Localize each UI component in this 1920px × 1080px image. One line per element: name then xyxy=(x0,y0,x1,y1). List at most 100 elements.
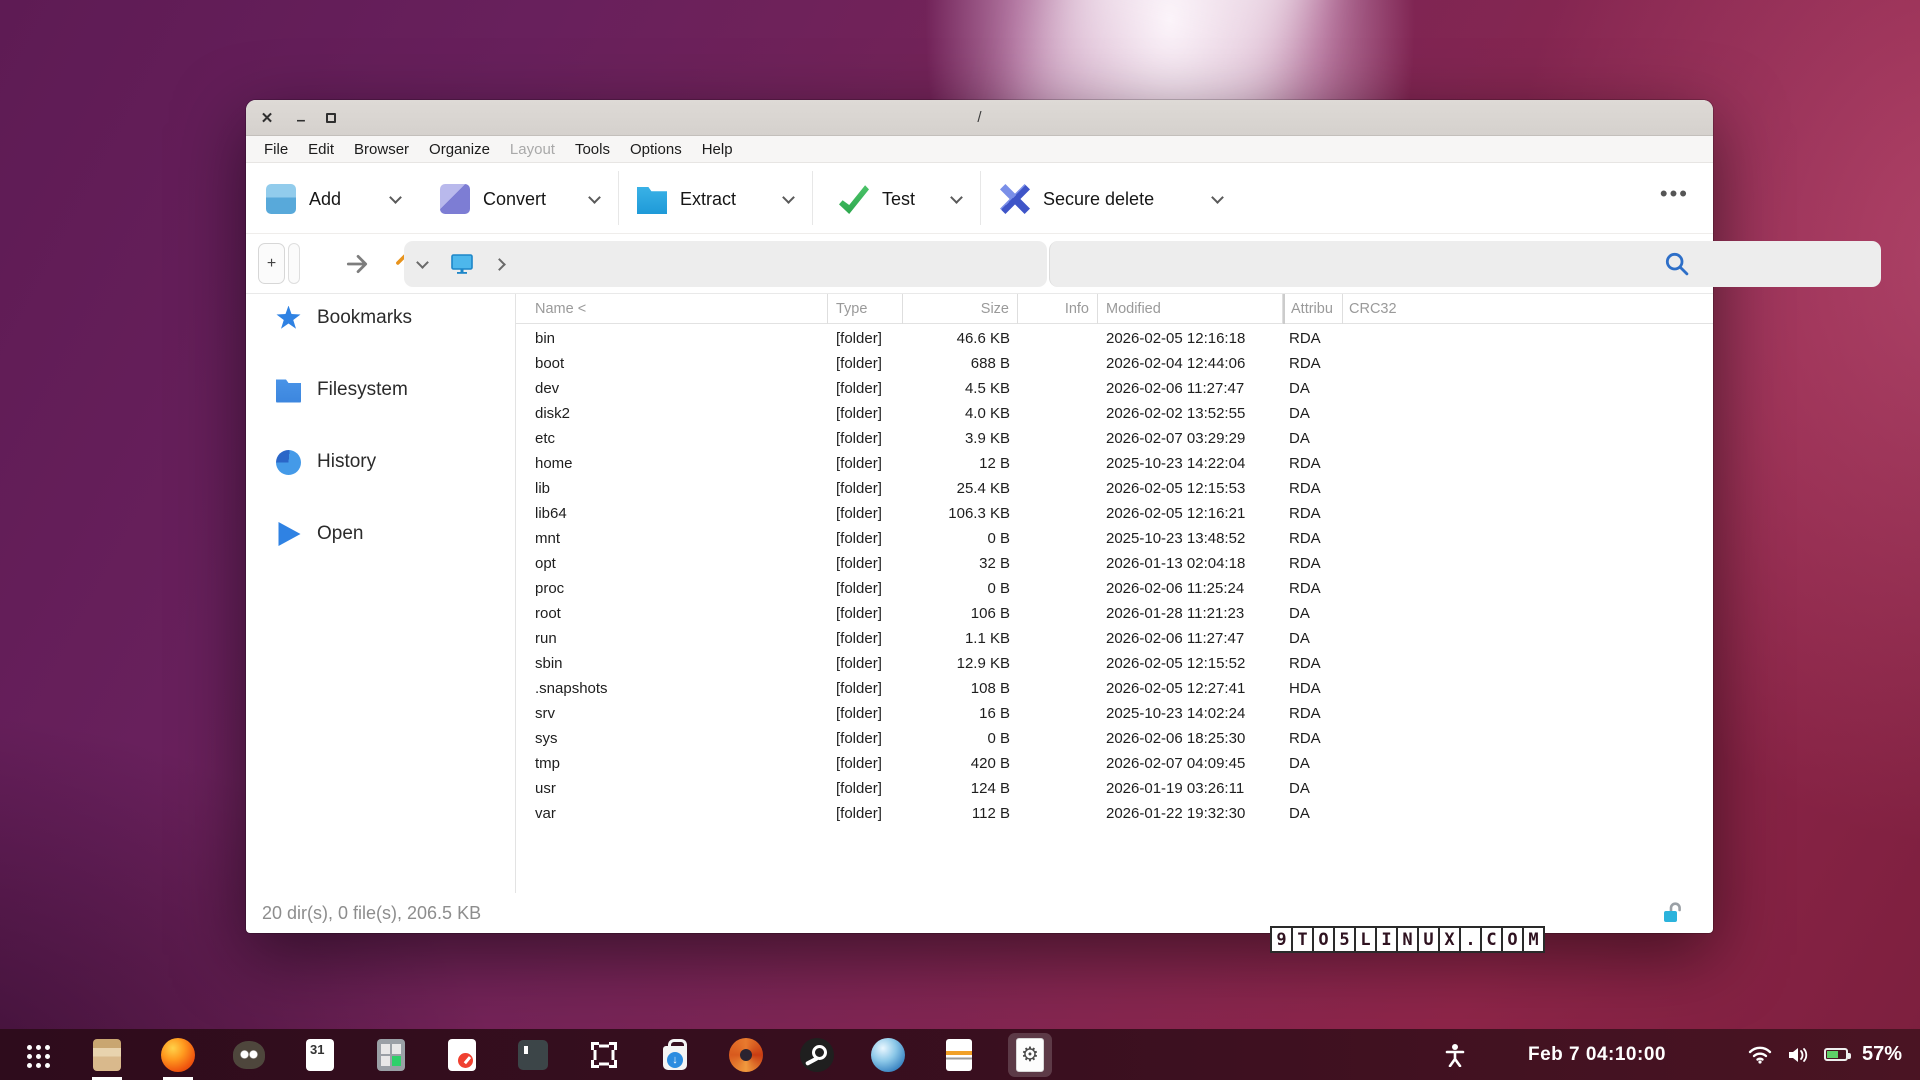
secure-icon xyxy=(1000,184,1030,214)
chevron-down-icon[interactable] xyxy=(950,191,963,204)
xnview-icon[interactable] xyxy=(724,1033,768,1077)
column-header-modified[interactable]: Modified xyxy=(1098,294,1283,324)
taskbar-clock[interactable]: Feb 7 04:10:00 xyxy=(1528,1044,1666,1066)
software-store-icon[interactable] xyxy=(653,1033,697,1077)
cell-modified: 2026-02-05 12:27:41 xyxy=(1098,676,1283,701)
calculator-icon[interactable] xyxy=(369,1033,413,1077)
column-header-info[interactable]: Info xyxy=(1018,294,1098,324)
menu-item[interactable]: Browser xyxy=(344,141,419,158)
calendar-icon[interactable]: 31 xyxy=(298,1033,342,1077)
chevron-down-icon[interactable] xyxy=(782,191,795,204)
table-row[interactable]: sbin [folder] 12.9 KB 2026-02-05 12:15:5… xyxy=(515,651,1713,676)
cell-size: 108 B xyxy=(903,676,1018,701)
cell-name: bin xyxy=(515,326,828,351)
column-header-crc32[interactable]: CRC32 xyxy=(1343,294,1713,324)
cell-type: [folder] xyxy=(828,526,903,551)
table-row[interactable]: lib64 [folder] 106.3 KB 2026-02-05 12:16… xyxy=(515,501,1713,526)
toolbar-separator xyxy=(980,171,981,225)
menu-item[interactable]: Layout xyxy=(500,141,565,158)
table-row[interactable]: proc [folder] 0 B 2026-02-06 11:25:24 RD… xyxy=(515,576,1713,601)
cell-modified: 2026-02-07 04:09:45 xyxy=(1098,751,1283,776)
table-row[interactable]: bin [folder] 46.6 KB 2026-02-05 12:16:18… xyxy=(515,326,1713,351)
cell-attributes: RDA xyxy=(1283,551,1343,576)
new-tab-button[interactable]: + xyxy=(258,243,285,284)
cell-attributes: RDA xyxy=(1283,526,1343,551)
archive-manager-icon[interactable] xyxy=(937,1033,981,1077)
sidebar-item[interactable]: Filesystem xyxy=(246,354,515,426)
breadcrumb-field[interactable] xyxy=(404,241,1047,287)
files-icon[interactable] xyxy=(85,1033,129,1077)
minimize-icon[interactable]: – xyxy=(286,103,316,133)
menu-item[interactable]: File xyxy=(254,141,298,158)
menu-item[interactable]: Organize xyxy=(419,141,500,158)
table-row[interactable]: lib [folder] 25.4 KB 2026-02-05 12:15:53… xyxy=(515,476,1713,501)
table-row[interactable]: usr [folder] 124 B 2026-01-19 03:26:11 D… xyxy=(515,776,1713,801)
menu-item[interactable]: Edit xyxy=(298,141,344,158)
unlock-icon[interactable] xyxy=(1661,901,1685,925)
table-row[interactable]: home [folder] 12 B 2025-10-23 14:22:04 R… xyxy=(515,451,1713,476)
cell-type: [folder] xyxy=(828,626,903,651)
accessibility-icon[interactable] xyxy=(1444,1043,1466,1067)
toolbar-button[interactable]: Add xyxy=(266,175,406,223)
cell-type: [folder] xyxy=(828,751,903,776)
table-row[interactable]: dev [folder] 4.5 KB 2026-02-06 11:27:47 … xyxy=(515,376,1713,401)
forward-arrow-icon[interactable] xyxy=(344,251,370,277)
table-row[interactable]: root [folder] 106 B 2026-01-28 11:21:23 … xyxy=(515,601,1713,626)
toolbar-button[interactable]: Extract xyxy=(637,175,799,223)
table-row[interactable]: .snapshots [folder] 108 B 2026-02-05 12:… xyxy=(515,676,1713,701)
column-header-size[interactable]: Size xyxy=(903,294,1018,324)
toolbar-button[interactable]: Secure delete xyxy=(1000,175,1228,223)
close-icon[interactable]: ✕ xyxy=(252,103,282,133)
table-row[interactable]: boot [folder] 688 B 2026-02-04 12:44:06 … xyxy=(515,351,1713,376)
chevron-down-icon[interactable] xyxy=(1211,191,1224,204)
chevron-down-icon[interactable] xyxy=(588,191,601,204)
menu-item[interactable]: Help xyxy=(692,141,743,158)
path-field[interactable] xyxy=(1049,241,1881,287)
menu-item[interactable]: Tools xyxy=(565,141,620,158)
chevron-down-icon[interactable] xyxy=(416,256,429,269)
steam-icon[interactable] xyxy=(795,1033,839,1077)
table-row[interactable]: etc [folder] 3.9 KB 2026-02-07 03:29:29 … xyxy=(515,426,1713,451)
table-row[interactable]: run [folder] 1.1 KB 2026-02-06 11:27:47 … xyxy=(515,626,1713,651)
table-row[interactable]: var [folder] 112 B 2026-01-22 19:32:30 D… xyxy=(515,801,1713,826)
sidebar-item[interactable]: Bookmarks xyxy=(246,282,515,354)
table-row[interactable]: disk2 [folder] 4.0 KB 2026-02-02 13:52:5… xyxy=(515,401,1713,426)
peazip-icon[interactable]: ⚙ xyxy=(1008,1033,1052,1077)
sidebar-item[interactable]: Open xyxy=(246,498,515,570)
browser-icon[interactable] xyxy=(866,1033,910,1077)
terminal-icon[interactable] xyxy=(511,1033,555,1077)
table-row[interactable]: mnt [folder] 0 B 2025-10-23 13:48:52 RDA xyxy=(515,526,1713,551)
sidebar-item[interactable]: History xyxy=(246,426,515,498)
column-header-attributes[interactable]: Attribu xyxy=(1283,294,1343,324)
menu-item[interactable]: Options xyxy=(620,141,692,158)
firefox-icon[interactable] xyxy=(156,1033,200,1077)
chevron-down-icon[interactable] xyxy=(389,191,402,204)
app-grid-icon[interactable] xyxy=(14,1033,58,1077)
toolbar-button[interactable]: Test xyxy=(839,175,967,223)
maximize-icon[interactable] xyxy=(316,103,346,133)
toolbar-more-icon[interactable]: ••• xyxy=(1660,181,1689,207)
cell-size: 25.4 KB xyxy=(903,476,1018,501)
cell-type: [folder] xyxy=(828,701,903,726)
computer-icon[interactable] xyxy=(449,252,475,276)
column-header-type[interactable]: Type xyxy=(828,294,903,324)
table-row[interactable]: sys [folder] 0 B 2026-02-06 18:25:30 RDA xyxy=(515,726,1713,751)
status-summary: 20 dir(s), 0 file(s), 206.5 KB xyxy=(246,903,481,924)
tab-handle[interactable] xyxy=(288,243,300,284)
table-row[interactable]: tmp [folder] 420 B 2026-02-07 04:09:45 D… xyxy=(515,751,1713,776)
cell-size: 0 B xyxy=(903,526,1018,551)
column-header-name[interactable]: Name < xyxy=(515,294,828,324)
table-row[interactable]: opt [folder] 32 B 2026-01-13 02:04:18 RD… xyxy=(515,551,1713,576)
boxes-icon[interactable] xyxy=(582,1033,626,1077)
cell-name: disk2 xyxy=(515,401,828,426)
cell-type: [folder] xyxy=(828,401,903,426)
text-editor-icon[interactable] xyxy=(440,1033,484,1077)
system-tray[interactable]: 57% xyxy=(1748,1043,1902,1066)
running-indicator xyxy=(163,1077,193,1080)
titlebar[interactable]: ✕ – / xyxy=(246,100,1713,136)
table-row[interactable]: srv [folder] 16 B 2025-10-23 14:02:24 RD… xyxy=(515,701,1713,726)
toolbar-button[interactable]: Convert xyxy=(440,175,605,223)
search-icon[interactable] xyxy=(1663,250,1691,278)
gimp-icon[interactable] xyxy=(227,1033,271,1077)
cell-info xyxy=(1018,401,1098,426)
